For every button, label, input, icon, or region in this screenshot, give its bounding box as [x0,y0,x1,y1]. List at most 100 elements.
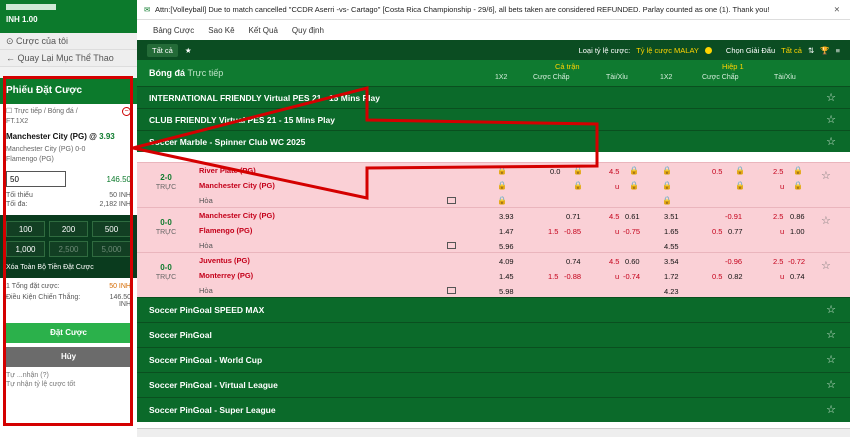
league-select[interactable]: Tất cả [781,46,802,55]
league-row[interactable]: Soccer PinGoal - Virtual League ☆ [137,372,850,397]
favorite-star-icon[interactable]: ☆ [826,298,836,323]
sort-icon[interactable]: ⇅ [808,46,814,55]
balance: INH 1.00 [6,15,38,24]
trophy-icon[interactable]: 🏆 [820,46,829,55]
h1-handicap-away[interactable]: 0.77 [728,227,743,236]
favorite-star-icon[interactable]: ☆ [821,169,831,182]
favorite-star-icon[interactable]: ★ [185,46,192,55]
league-row[interactable]: CLUB FRIENDLY Virtual PES 21 - 15 Mins P… [137,108,850,130]
checkbox-icon[interactable]: ☐ [6,108,12,115]
h1-handicap-home[interactable]: -0.91 [725,212,742,221]
league-row[interactable]: Soccer PinGoal - World Cup ☆ [137,347,850,372]
horizontal-scrollbar[interactable] [137,428,850,437]
chip-1000[interactable]: 1,000 [6,241,45,257]
ft-ou-line: 4.5 [609,257,620,266]
favorite-star-icon[interactable]: ☆ [826,109,836,131]
favorite-star-icon[interactable]: ☆ [826,373,836,398]
ft-1x2-draw[interactable]: 5.96 [499,242,514,251]
ft-handicap-home[interactable]: 0.71 [566,212,581,221]
announcement-ticker: ✉ Attn:[Volleyball] Due to match cancell… [137,0,850,20]
h1-ou-over[interactable]: -0.72 [788,257,805,266]
lock-icon: 🔒 [573,181,583,190]
lock-icon: 🔒 [793,166,803,175]
ft-ou-under[interactable]: -0.75 [623,227,640,236]
league-row[interactable]: Soccer PinGoal SPEED MAX ☆ [137,297,850,322]
auto-accept-option[interactable]: Tự ...nhận (?) [0,371,137,380]
chip-200[interactable]: 200 [49,221,88,237]
h1-handicap-home[interactable]: -0.96 [725,257,742,266]
back-to-sports-link[interactable]: ← Quay Lại Mục Thể Thao [0,50,137,67]
h1-1x2-home[interactable]: 3.54 [664,257,679,266]
chip-100[interactable]: 100 [6,221,45,237]
favorite-star-icon[interactable]: ☆ [826,323,836,348]
nav-sao-ke[interactable]: Sao Kê [208,26,234,35]
win-row: Điều Kiện Chiến Thắng: 146.50 INH [0,291,137,311]
home-team: Juventus (PG) [199,256,250,265]
col-ft-handicap: Cược Chấp [533,74,570,81]
ft-handicap-home[interactable]: 0.74 [566,257,581,266]
h1-ou-under[interactable]: 1.00 [790,227,805,236]
back-label: Quay Lại Mục Thể Thao [17,53,114,63]
league-list-bottom: Soccer PinGoal SPEED MAX ☆ Soccer PinGoal… [137,297,850,422]
stake-input[interactable]: 50 [6,171,66,187]
favorite-star-icon[interactable]: ☆ [821,214,831,227]
col-h1-1x2: 1X2 [660,74,673,81]
nav-quy-dinh[interactable]: Quy định [292,26,324,35]
lock-icon: 🔒 [735,166,745,175]
cancel-button[interactable]: Hủy [6,347,131,367]
league-row[interactable]: Soccer Marble - Spinner Club WC 2025 ☆ [137,130,850,152]
close-icon[interactable]: ✕ [834,0,840,20]
place-bet-button[interactable]: Đặt Cược [6,323,131,343]
quick-stake-panel: 100 200 500 1,000 2,500 5,000 Xóa Toàn B… [0,215,137,278]
h1-1x2-away[interactable]: 1.65 [664,227,679,236]
favorite-star-icon[interactable]: ☆ [826,87,836,109]
favorite-star-icon[interactable]: ☆ [826,398,836,423]
ft-ou-under[interactable]: -0.74 [623,272,640,281]
h1-ou-under[interactable]: 0.74 [790,272,805,281]
odds-type-select[interactable]: Tỷ lệ cược MALAY [636,46,699,55]
clear-stakes-link[interactable]: Xóa Toàn Bộ Tiền Đặt Cược [6,261,131,274]
league-name: Soccer PinGoal - Super League [149,405,276,415]
my-bets-link[interactable]: ⊙ Cược của tôi [0,33,137,50]
accept-better-odds-option[interactable]: Tự nhận tỷ lệ cược tốt [0,380,137,389]
chip-2500[interactable]: 2,500 [49,241,88,257]
tv-icon[interactable] [447,242,456,249]
ft-ou-over[interactable]: 0.61 [625,212,640,221]
lock-icon: 🔒 [497,196,507,205]
h1-1x2-draw[interactable]: 4.23 [664,287,679,296]
ticker-text: Attn:[Volleyball] Due to match cancelled… [154,5,770,14]
ft-1x2-away[interactable]: 1.45 [499,272,514,281]
ft-handicap-away[interactable]: -0.88 [564,272,581,281]
league-row[interactable]: Soccer PinGoal ☆ [137,322,850,347]
ft-handicap-away[interactable]: -0.85 [564,227,581,236]
league-row[interactable]: Soccer PinGoal - Super League ☆ [137,397,850,422]
ft-1x2-draw[interactable]: 5.98 [499,287,514,296]
ft-1x2-away[interactable]: 1.47 [499,227,514,236]
win-unit: INH [118,301,131,308]
h1-handicap-away[interactable]: 0.82 [728,272,743,281]
league-row[interactable]: INTERNATIONAL FRIENDLY Virtual PES 21 - … [137,86,850,108]
favorite-star-icon[interactable]: ☆ [821,259,831,272]
h1-1x2-home[interactable]: 3.51 [664,212,679,221]
menu-icon[interactable]: ≡ [836,46,840,55]
ft-ou-over[interactable]: 0.60 [625,257,640,266]
favorite-star-icon[interactable]: ☆ [826,131,836,153]
nav-bang-cuoc[interactable]: Bảng Cược [153,26,194,35]
nav-ket-qua[interactable]: Kết Quả [249,26,278,35]
remove-selection-icon[interactable]: − [122,107,131,116]
ft-1x2-home[interactable]: 3.93 [499,212,514,221]
ft-1x2-home[interactable]: 4.09 [499,257,514,266]
all-tab[interactable]: Tất cả [147,43,178,57]
chip-5000[interactable]: 5,000 [92,241,131,257]
favorite-star-icon[interactable]: ☆ [826,348,836,373]
h1-ou-over[interactable]: 0.86 [790,212,805,221]
h1-ou-under-label: u [780,227,785,236]
ft-ou-line: 4.5 [609,167,620,176]
tv-icon[interactable] [447,197,456,204]
filter-toolbar: Tất cả ★ Loại tỷ lệ cược: Tỷ lệ cược MAL… [137,40,850,60]
tv-icon[interactable] [447,287,456,294]
h1-1x2-draw[interactable]: 4.55 [664,242,679,251]
account-bar: INH 1.00 [0,0,137,33]
h1-1x2-away[interactable]: 1.72 [664,272,679,281]
chip-500[interactable]: 500 [92,221,131,237]
